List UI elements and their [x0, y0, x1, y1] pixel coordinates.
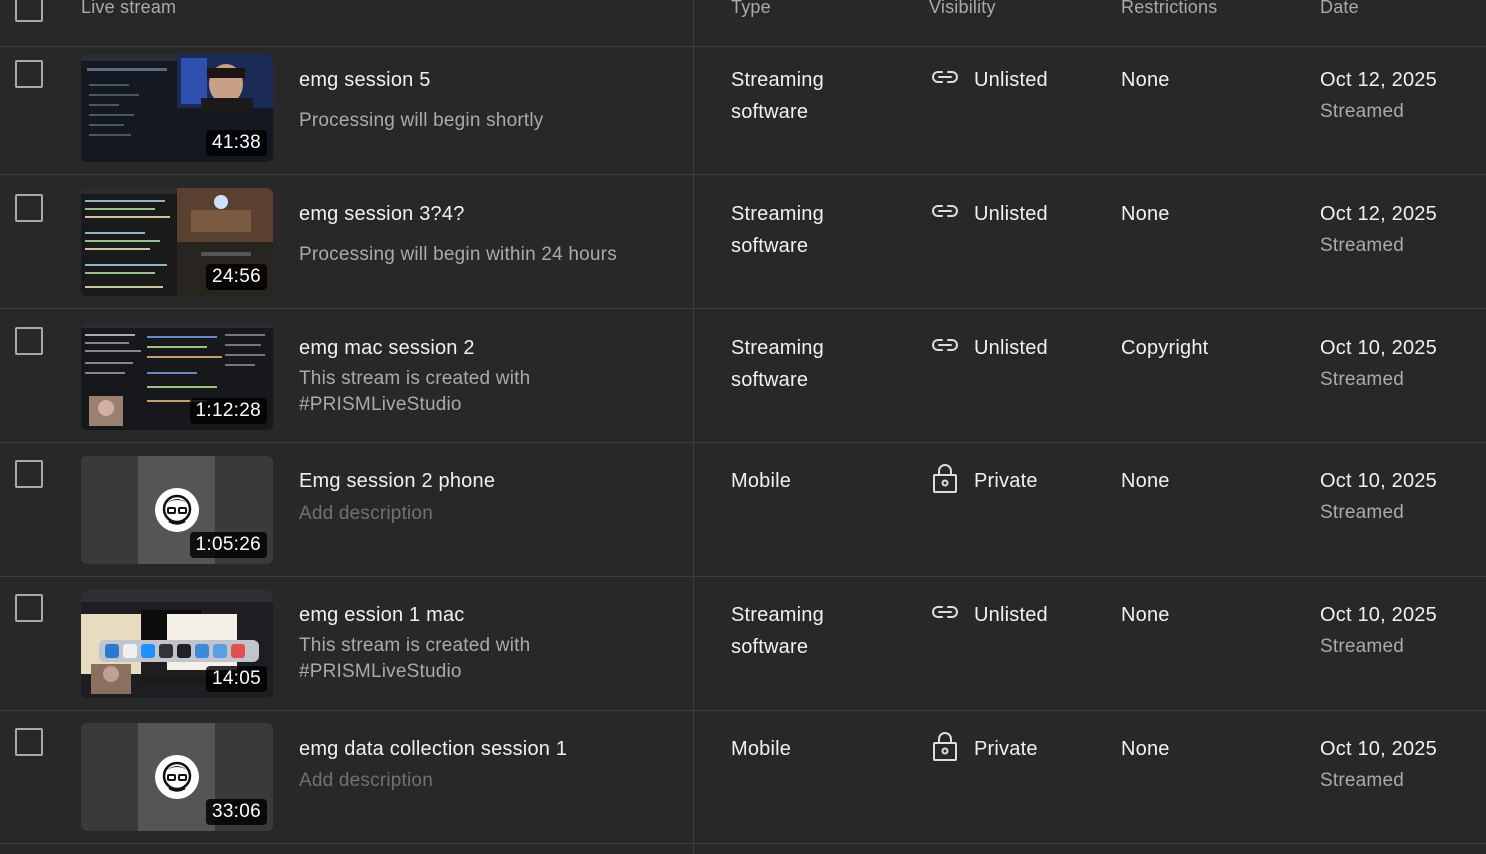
link-icon: [932, 205, 958, 217]
date-status: Streamed: [1320, 770, 1404, 791]
video-title[interactable]: emg data collection session 1: [299, 738, 567, 761]
video-description[interactable]: Add description: [299, 501, 679, 527]
visibility-value[interactable]: Unlisted: [974, 604, 1048, 627]
video-thumbnail[interactable]: 41:38: [81, 54, 273, 162]
video-title[interactable]: Emg session 2 phone: [299, 470, 495, 493]
video-thumbnail[interactable]: 24:56: [81, 188, 273, 296]
type-value: Streaming software: [731, 69, 824, 123]
row-checkbox[interactable]: [15, 194, 43, 222]
type-value: Streaming software: [731, 604, 824, 658]
date-value: Oct 10, 2025: [1320, 604, 1437, 626]
restrictions-value: None: [1121, 738, 1170, 760]
link-icon: [932, 339, 958, 351]
restrictions-value: None: [1121, 69, 1170, 91]
date-value: Oct 12, 2025: [1320, 69, 1437, 91]
date-value: Oct 12, 2025: [1320, 203, 1437, 225]
channel-avatar: [155, 755, 199, 799]
date-status: Streamed: [1320, 636, 1404, 657]
video-title[interactable]: emg ession 1 mac: [299, 604, 465, 627]
table-row[interactable]: 1:05:26 Emg session 2 phone Add descript…: [0, 443, 1486, 577]
duration-badge: 14:05: [205, 666, 267, 692]
table-row[interactable]: 1:12:28 emg mac session 2 This stream is…: [0, 309, 1486, 443]
video-description: This stream is created with #PRISMLiveSt…: [299, 635, 531, 682]
row-checkbox[interactable]: [15, 728, 43, 756]
video-thumbnail[interactable]: 14:05: [81, 590, 273, 698]
video-title[interactable]: emg session 3?4?: [299, 203, 465, 226]
duration-badge: 1:05:26: [189, 532, 267, 558]
row-checkbox[interactable]: [15, 60, 43, 88]
video-description: Processing will begin shortly: [299, 110, 544, 131]
table-header: Live stream Type Visibility Restrictions…: [0, 0, 1486, 47]
date-status: Streamed: [1320, 369, 1404, 390]
link-icon: [932, 71, 958, 83]
table-row[interactable]: 33:06 emg data collection session 1 Add …: [0, 711, 1486, 844]
type-value: Streaming software: [731, 203, 824, 257]
date-status: Streamed: [1320, 235, 1404, 256]
header-type[interactable]: Type: [731, 0, 771, 18]
video-thumbnail[interactable]: 1:12:28: [81, 322, 273, 430]
video-description: Processing will begin within 24 hours: [299, 244, 617, 265]
avatar-face-icon: [162, 761, 192, 792]
type-value: Streaming software: [731, 337, 824, 391]
type-value: Mobile: [731, 470, 792, 492]
video-thumbnail[interactable]: 1:05:26: [81, 456, 273, 564]
date-status: Streamed: [1320, 502, 1404, 523]
type-value: Mobile: [731, 738, 792, 760]
visibility-value[interactable]: Private: [974, 470, 1038, 493]
restrictions-value: None: [1121, 203, 1170, 225]
date-value: Oct 10, 2025: [1320, 470, 1437, 492]
table-row[interactable]: 14:05 emg ession 1 mac This stream is cr…: [0, 577, 1486, 711]
channel-avatar: [155, 488, 199, 532]
duration-badge: 1:12:28: [189, 398, 267, 424]
date-value: Oct 10, 2025: [1320, 337, 1437, 359]
duration-badge: 24:56: [205, 264, 267, 290]
video-description[interactable]: Add description: [299, 768, 679, 794]
select-all-checkbox[interactable]: [15, 0, 43, 22]
restrictions-value: None: [1121, 470, 1170, 492]
video-thumbnail[interactable]: 33:06: [81, 723, 273, 831]
lock-icon: [933, 732, 957, 761]
date-value: Oct 10, 2025: [1320, 738, 1437, 760]
visibility-value[interactable]: Private: [974, 738, 1038, 761]
date-status: Streamed: [1320, 101, 1404, 122]
row-checkbox[interactable]: [15, 327, 43, 355]
visibility-value[interactable]: Unlisted: [974, 69, 1048, 92]
header-live-stream[interactable]: Live stream: [81, 0, 176, 18]
restrictions-value: None: [1121, 604, 1170, 626]
visibility-value[interactable]: Unlisted: [974, 203, 1048, 226]
lock-icon: [933, 464, 957, 493]
video-description: This stream is created with #PRISMLiveSt…: [299, 368, 531, 415]
duration-badge: 41:38: [205, 130, 267, 156]
table-row[interactable]: 24:56 emg session 3?4? Processing will b…: [0, 175, 1486, 309]
header-date[interactable]: Date: [1320, 0, 1359, 18]
video-title[interactable]: emg session 5: [299, 69, 431, 92]
header-visibility[interactable]: Visibility: [929, 0, 996, 18]
table-row[interactable]: 41:38 emg session 5 Processing will begi…: [0, 47, 1486, 175]
duration-badge: 33:06: [205, 799, 267, 825]
row-checkbox[interactable]: [15, 460, 43, 488]
visibility-value[interactable]: Unlisted: [974, 337, 1048, 360]
row-checkbox[interactable]: [15, 594, 43, 622]
link-icon: [932, 606, 958, 618]
restrictions-value[interactable]: Copyright: [1121, 337, 1208, 360]
avatar-face-icon: [162, 494, 192, 525]
video-title[interactable]: emg mac session 2: [299, 337, 475, 360]
header-restrictions[interactable]: Restrictions: [1121, 0, 1217, 18]
